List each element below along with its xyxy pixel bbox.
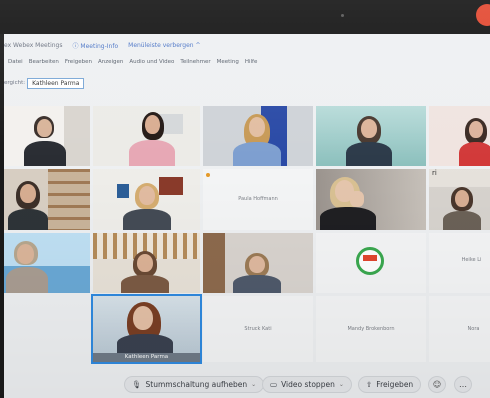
more-options-icon[interactable]: … <box>454 376 472 393</box>
menu-meeting[interactable]: Meeting <box>217 59 239 65</box>
menu-view[interactable]: Anzeigen <box>98 59 123 65</box>
video-tile-placeholder[interactable]: Mandy Brokenborn <box>316 296 426 362</box>
monitor-bezel <box>0 0 490 34</box>
speaker-prefix: ergicht: <box>4 80 26 86</box>
app-title: ex Webex Meetings <box>4 41 63 49</box>
chevron-down-icon[interactable]: ⌄ <box>339 381 344 388</box>
webcam-dot <box>341 14 344 17</box>
video-tile[interactable]: ri <box>429 169 490 230</box>
speaker-name: Kathleen Parma <box>27 77 85 89</box>
share-label: Freigeben <box>376 380 414 389</box>
video-tile-placeholder[interactable] <box>316 233 426 293</box>
meeting-info-button[interactable]: ⓘ Meeting-Info <box>73 41 119 50</box>
unmute-label: Stummschaltung aufheben <box>145 380 248 389</box>
video-tile[interactable] <box>316 169 426 230</box>
menu-audio-video[interactable]: Audio und Video <box>129 59 174 65</box>
meeting-info-label: Meeting-Info <box>80 42 119 50</box>
video-tile[interactable] <box>4 169 90 230</box>
video-tile-placeholder[interactable]: Struck Kati <box>203 296 313 362</box>
active-speaker-indicator: ergicht: Kathleen Parma <box>4 76 85 90</box>
stop-video-label: Video stoppen <box>281 380 335 389</box>
unmute-button[interactable]: 🎙 Stummschaltung aufheben ⌄ <box>124 376 265 393</box>
participant-name: Struck Kati <box>244 325 272 332</box>
menu-file[interactable]: Datei <box>8 59 23 65</box>
video-tile[interactable] <box>203 106 313 166</box>
video-tile[interactable] <box>429 106 490 166</box>
video-grid: Paula Hoffmann ri Heike Li Kathleen Parm… <box>4 106 490 364</box>
menu-help[interactable]: Hilfe <box>245 59 258 65</box>
video-tile-active-speaker[interactable]: Kathleen Parma <box>91 294 202 364</box>
menu-participants[interactable]: Teilnehmer <box>180 59 210 65</box>
video-tile-placeholder[interactable]: Nora <box>429 296 490 362</box>
participant-name: Heike Li <box>461 257 482 263</box>
video-tile-placeholder[interactable]: Paula Hoffmann <box>203 169 313 230</box>
participant-name: Mandy Brokenborn <box>347 325 395 332</box>
video-tile[interactable] <box>93 169 200 230</box>
stop-video-button[interactable]: ▭ Video stoppen ⌄ <box>262 376 352 393</box>
party-logo-icon <box>356 247 384 275</box>
reactions-icon[interactable]: ☺ <box>428 376 446 393</box>
video-tile[interactable] <box>203 233 313 293</box>
video-tile-placeholder[interactable]: Heike Li <box>429 233 490 293</box>
menu-edit[interactable]: Bearbeiten <box>29 59 59 65</box>
meeting-controls: 🎙 Stummschaltung aufheben ⌄ ▭ Video stop… <box>4 370 490 398</box>
video-tile[interactable] <box>93 106 200 166</box>
camera-icon: ▭ <box>270 380 278 389</box>
hide-menu-button[interactable]: Menüleiste verbergen ^ <box>128 42 200 49</box>
participant-name: Kathleen Parma <box>93 353 200 362</box>
menu-share[interactable]: Freigeben <box>65 59 92 65</box>
participant-name: Paula Hoffmann <box>238 196 278 203</box>
video-tile[interactable] <box>4 233 90 293</box>
microphone-icon: 🎙 <box>132 380 142 389</box>
video-tile[interactable] <box>316 106 426 166</box>
share-icon: ⇧ <box>366 380 373 389</box>
menu-bar: Datei Bearbeiten Freigeben Anzeigen Audi… <box>8 56 257 68</box>
webex-window: ex Webex Meetings ⓘ Meeting-Info Menülei… <box>4 34 490 398</box>
video-tile[interactable] <box>93 233 200 293</box>
participant-name: Nora <box>467 325 480 332</box>
chevron-down-icon[interactable]: ⌄ <box>251 381 256 388</box>
video-tile[interactable] <box>4 106 90 166</box>
title-bar: ex Webex Meetings ⓘ Meeting-Info Menülei… <box>4 38 201 52</box>
share-button[interactable]: ⇧ Freigeben <box>358 376 422 393</box>
